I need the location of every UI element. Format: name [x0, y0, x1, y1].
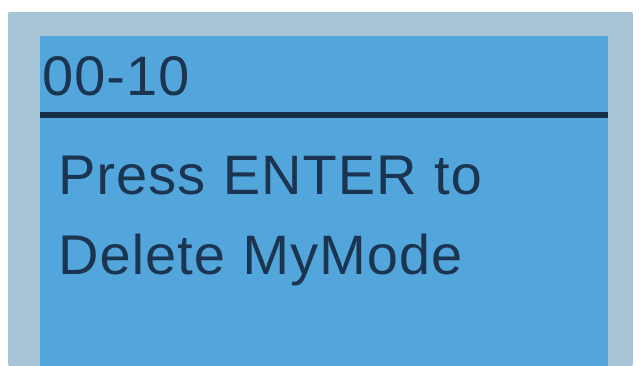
message-line-1: Press ENTER to: [58, 143, 483, 206]
parameter-code: 00-10: [42, 44, 191, 107]
message-line-2: Delete MyMode: [58, 223, 464, 286]
lcd-screen: 00-10 Press ENTER to Delete MyMode: [40, 36, 608, 366]
header-divider: [40, 112, 608, 118]
lcd-header: 00-10: [40, 36, 608, 118]
